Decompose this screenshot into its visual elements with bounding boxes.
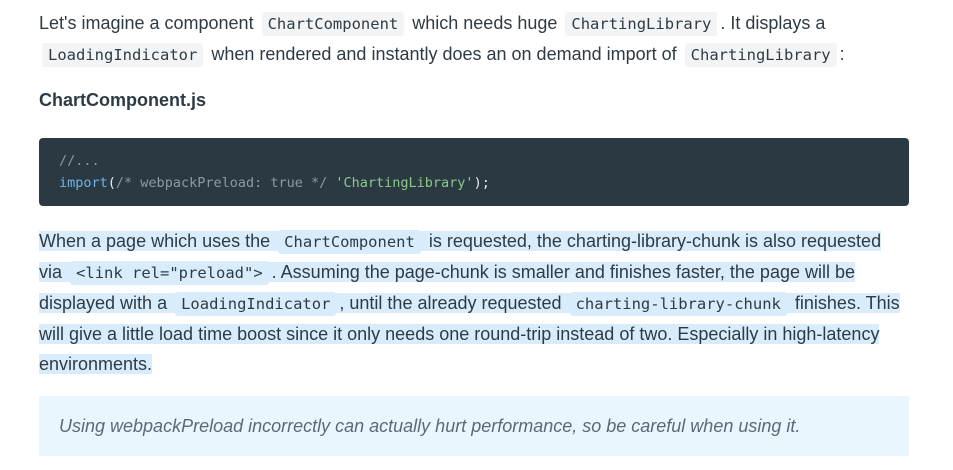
inline-code-chartcomponent-2: ChartComponent (278, 230, 421, 254)
intro-text-3: . It displays a (720, 13, 826, 33)
selected-text: When a page which uses the ChartComponen… (39, 230, 900, 374)
inline-code-link-preload: <link rel="preload"> (70, 261, 269, 285)
code-magic-comment: /* webpackPreload: true */ (115, 175, 328, 191)
intro-text-4: when rendered and instantly does an on d… (211, 44, 677, 64)
intro-paragraph: Let's imagine a component ChartComponent… (39, 8, 909, 70)
inline-code-charting-library-chunk: charting-library-chunk (569, 292, 787, 316)
inline-code-chartinglibrary-2: ChartingLibrary (684, 43, 837, 67)
detail-text-1: When a page which uses the (39, 231, 271, 251)
inline-code-loadingindicator: LoadingIndicator (42, 43, 204, 67)
intro-text-1: Let's imagine a component (39, 13, 254, 33)
code-block[interactable]: //... import(/* webpackPreload: true */ … (39, 138, 909, 206)
tip-callout: Using webpackPreload incorrectly can act… (39, 396, 909, 456)
doc-content: Let's imagine a component ChartComponent… (0, 0, 953, 470)
intro-text-2: which needs huge (412, 13, 558, 33)
code-import-keyword: import (59, 175, 108, 191)
tip-text: Using webpackPreload incorrectly can act… (59, 415, 801, 436)
code-string: 'ChartingLibrary' (335, 175, 474, 191)
detail-text-4: , until the already requested (339, 293, 562, 313)
detail-paragraph: When a page which uses the ChartComponen… (39, 226, 909, 379)
file-title: ChartComponent.js (39, 90, 207, 110)
intro-text-5: : (839, 44, 845, 64)
inline-code-chartinglibrary: ChartingLibrary (565, 12, 718, 36)
code-open-paren: ( (107, 175, 116, 191)
code-comment-line: //... (59, 153, 100, 169)
code-close-paren: ); (473, 175, 490, 191)
inline-code-chartcomponent: ChartComponent (261, 12, 405, 36)
inline-code-loadingindicator-2: LoadingIndicator (175, 292, 337, 316)
